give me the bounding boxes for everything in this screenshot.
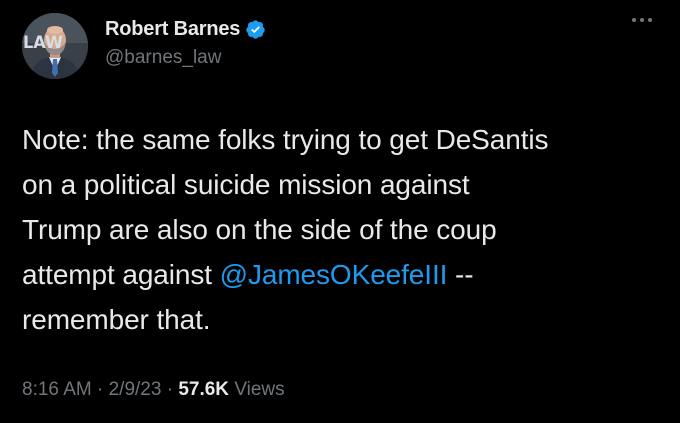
mention-link[interactable]: @JamesOKeefeIII: [220, 259, 448, 290]
verified-badge-icon: [245, 19, 266, 40]
tweet-text: Note: the same folks trying to get DeSan…: [22, 117, 662, 342]
more-options-icon[interactable]: [632, 18, 652, 22]
tweet-text-line: Note: the same folks trying to get DeSan…: [22, 124, 549, 155]
author-display-name[interactable]: Robert Barnes: [105, 18, 240, 41]
avatar[interactable]: LAW: [22, 13, 88, 79]
tweet-text-line: on a political suicide mission against: [22, 169, 470, 200]
tweet-text-segment: --: [447, 259, 474, 290]
more-dot: [648, 18, 652, 22]
tweet-meta: 8:16 AM · 2/9/23 · 57.6K Views: [22, 379, 285, 401]
tweet-date[interactable]: 2/9/23: [109, 379, 162, 400]
tweet-text-line: Trump are also on the side of the coup: [22, 214, 497, 245]
more-dot: [640, 18, 644, 22]
tweet-card: LAW Robert Barnes @barnes_law Note: the …: [0, 0, 680, 423]
author-name-row[interactable]: Robert Barnes: [105, 18, 266, 41]
more-dot: [632, 18, 636, 22]
author-handle[interactable]: @barnes_law: [105, 47, 221, 69]
avatar-logo-text: LAW: [23, 33, 63, 53]
tweet-text-line-with-mention: attempt against @JamesOKeefeIII --: [22, 252, 662, 297]
tweet-text-segment: attempt against: [22, 259, 220, 290]
tweet-time[interactable]: 8:16 AM: [22, 379, 92, 400]
views-label: Views: [234, 379, 285, 400]
meta-separator: ·: [166, 379, 174, 400]
tweet-text-line: remember that.: [22, 304, 211, 335]
views-count[interactable]: 57.6K: [178, 379, 229, 400]
meta-separator: ·: [97, 379, 104, 400]
